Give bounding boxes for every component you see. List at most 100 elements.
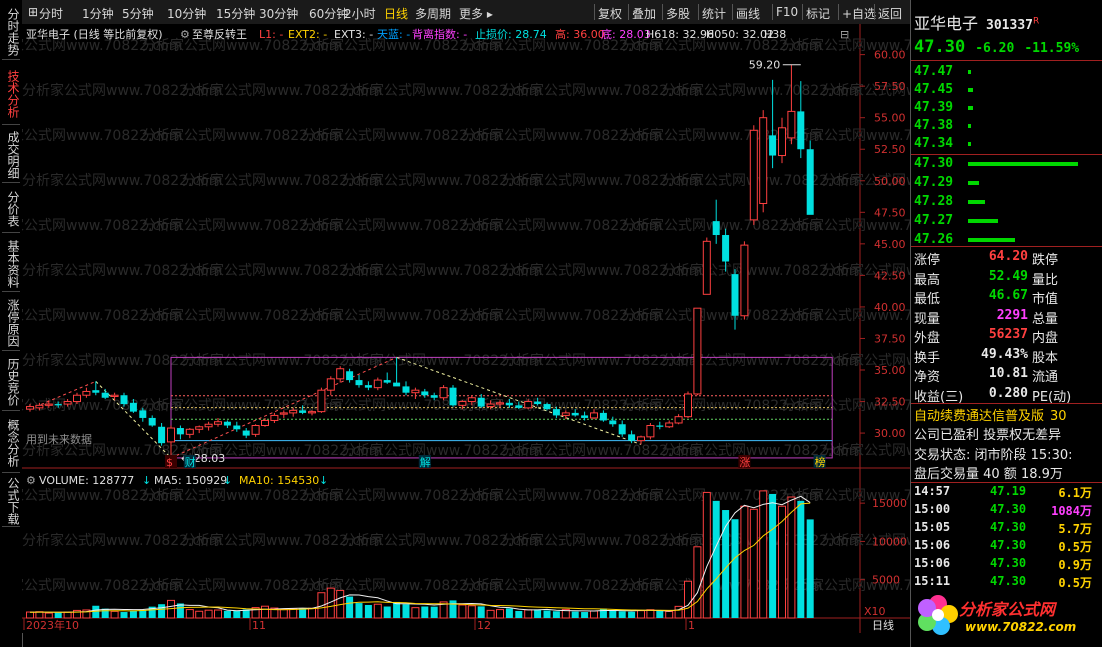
tool-button-5[interactable]: F10 xyxy=(776,5,798,19)
candle-body[interactable] xyxy=(317,389,326,413)
candle-body[interactable] xyxy=(439,387,448,399)
tool-button-2[interactable]: 多股 xyxy=(666,5,690,22)
period-tab-8[interactable]: 日线 xyxy=(384,5,408,22)
period-tab-4[interactable]: 15分钟 xyxy=(216,5,255,22)
renew-notice[interactable]: 自动续费通达信普及版 xyxy=(914,409,1044,424)
candle-body[interactable] xyxy=(336,368,345,380)
candle-body[interactable] xyxy=(402,386,410,393)
candle-body[interactable] xyxy=(44,403,53,406)
candle-body[interactable] xyxy=(101,392,109,398)
candle-body[interactable] xyxy=(684,393,692,418)
left-tab-2[interactable]: 成交明细 xyxy=(2,128,20,183)
candle-body[interactable] xyxy=(618,424,626,435)
candle-body[interactable] xyxy=(797,111,805,150)
settings-icon[interactable]: ⊞ xyxy=(28,5,38,19)
candle-body[interactable] xyxy=(552,409,560,416)
left-tab-8[interactable]: 公式下载 xyxy=(2,476,20,527)
candle-body[interactable] xyxy=(534,401,542,405)
tool-button-7[interactable]: +自选 xyxy=(842,5,876,22)
candle-body[interactable] xyxy=(167,427,175,443)
candle-body[interactable] xyxy=(449,387,457,406)
candle-body[interactable] xyxy=(778,127,786,157)
candle-body[interactable] xyxy=(477,397,485,407)
candle-body[interactable] xyxy=(110,394,119,397)
candle-body[interactable] xyxy=(561,412,570,416)
candle-body[interactable] xyxy=(496,402,504,405)
candle-body[interactable] xyxy=(712,221,720,236)
candle-body[interactable] xyxy=(769,135,777,156)
candle-body[interactable] xyxy=(467,397,476,403)
candle-body[interactable] xyxy=(590,412,598,419)
candle-body[interactable] xyxy=(120,395,128,405)
candle-body[interactable] xyxy=(54,404,62,406)
candle-body[interactable] xyxy=(326,378,335,391)
left-tab-3[interactable]: 分价表 xyxy=(2,186,20,233)
left-tab-4[interactable]: 基本资料 xyxy=(2,236,20,292)
candle-body[interactable] xyxy=(759,117,768,204)
candle-body[interactable] xyxy=(195,426,204,430)
candle-body[interactable] xyxy=(73,394,81,403)
candle-body[interactable] xyxy=(158,426,166,444)
left-tab-0[interactable]: 分时走势 xyxy=(2,5,20,60)
candle-body[interactable] xyxy=(599,412,607,421)
candle-body[interactable] xyxy=(299,410,307,413)
candle-body[interactable] xyxy=(92,390,100,393)
candle-body[interactable] xyxy=(665,422,674,428)
candle-body[interactable] xyxy=(242,430,250,436)
candle-body[interactable] xyxy=(261,419,269,427)
collapse-icon[interactable]: ⊟ xyxy=(840,28,849,41)
kline-chart[interactable]: 分析家公式网www.70822.com分析家公式网www.70822.com分析… xyxy=(0,24,1022,633)
period-tab-10[interactable]: 更多 ▸ xyxy=(459,5,493,22)
period-tab-1[interactable]: 1分钟 xyxy=(82,5,114,22)
left-tab-7[interactable]: 概念分析 xyxy=(2,414,20,473)
candle-body[interactable] xyxy=(749,129,758,221)
gear-icon[interactable]: ⚙ xyxy=(26,474,36,487)
period-tab-2[interactable]: 5分钟 xyxy=(122,5,154,22)
candle-body[interactable] xyxy=(740,244,749,317)
candle-body[interactable] xyxy=(702,240,711,295)
candle-body[interactable] xyxy=(251,425,260,435)
candle-body[interactable] xyxy=(515,405,523,408)
candle-body[interactable] xyxy=(289,409,298,414)
candle-body[interactable] xyxy=(176,428,184,435)
candle-body[interactable] xyxy=(430,395,438,398)
candle-body[interactable] xyxy=(411,389,420,394)
period-tab-5[interactable]: 30分钟 xyxy=(259,5,298,22)
tool-button-0[interactable]: 复权 xyxy=(598,5,622,22)
candle-body[interactable] xyxy=(393,382,401,387)
left-tab-1[interactable]: 技术分析 xyxy=(2,64,20,125)
candle-body[interactable] xyxy=(628,434,636,441)
period-tab-0[interactable]: 分时 xyxy=(39,5,63,22)
candle-body[interactable] xyxy=(637,436,645,442)
period-tab-3[interactable]: 10分钟 xyxy=(167,5,206,22)
candle-body[interactable] xyxy=(355,380,363,386)
gear-icon[interactable]: ⚙ xyxy=(180,28,190,41)
candle-body[interactable] xyxy=(581,415,589,418)
period-tab-7[interactable]: 2小时 xyxy=(344,5,376,22)
candle-body[interactable] xyxy=(364,385,372,388)
candle-body[interactable] xyxy=(656,425,664,427)
event-marker[interactable]: $ xyxy=(166,456,173,469)
event-marker[interactable]: 解 xyxy=(420,455,431,469)
tool-button-3[interactable]: 统计 xyxy=(702,5,726,22)
candle-body[interactable] xyxy=(693,307,702,395)
period-tab-6[interactable]: 60分钟 xyxy=(309,5,348,22)
candle-body[interactable] xyxy=(233,425,241,430)
candle-body[interactable] xyxy=(139,410,147,418)
candle-body[interactable] xyxy=(346,371,354,381)
candle-body[interactable] xyxy=(185,428,194,435)
chart-area[interactable]: 分析家公式网www.70822.com分析家公式网www.70822.com分析… xyxy=(0,24,1022,633)
candle-body[interactable] xyxy=(35,404,44,409)
event-marker[interactable]: 涨 xyxy=(739,456,750,469)
candle-body[interactable] xyxy=(646,425,655,438)
candle-body[interactable] xyxy=(806,149,814,215)
candle-body[interactable] xyxy=(308,411,316,414)
candle-body[interactable] xyxy=(26,406,34,410)
candle-body[interactable] xyxy=(421,391,429,396)
candle-body[interactable] xyxy=(148,417,156,426)
candle-body[interactable] xyxy=(129,402,137,412)
candle-body[interactable] xyxy=(543,404,551,410)
candle-body[interactable] xyxy=(82,390,91,396)
candle-body[interactable] xyxy=(731,274,739,316)
candle-body[interactable] xyxy=(571,412,579,416)
